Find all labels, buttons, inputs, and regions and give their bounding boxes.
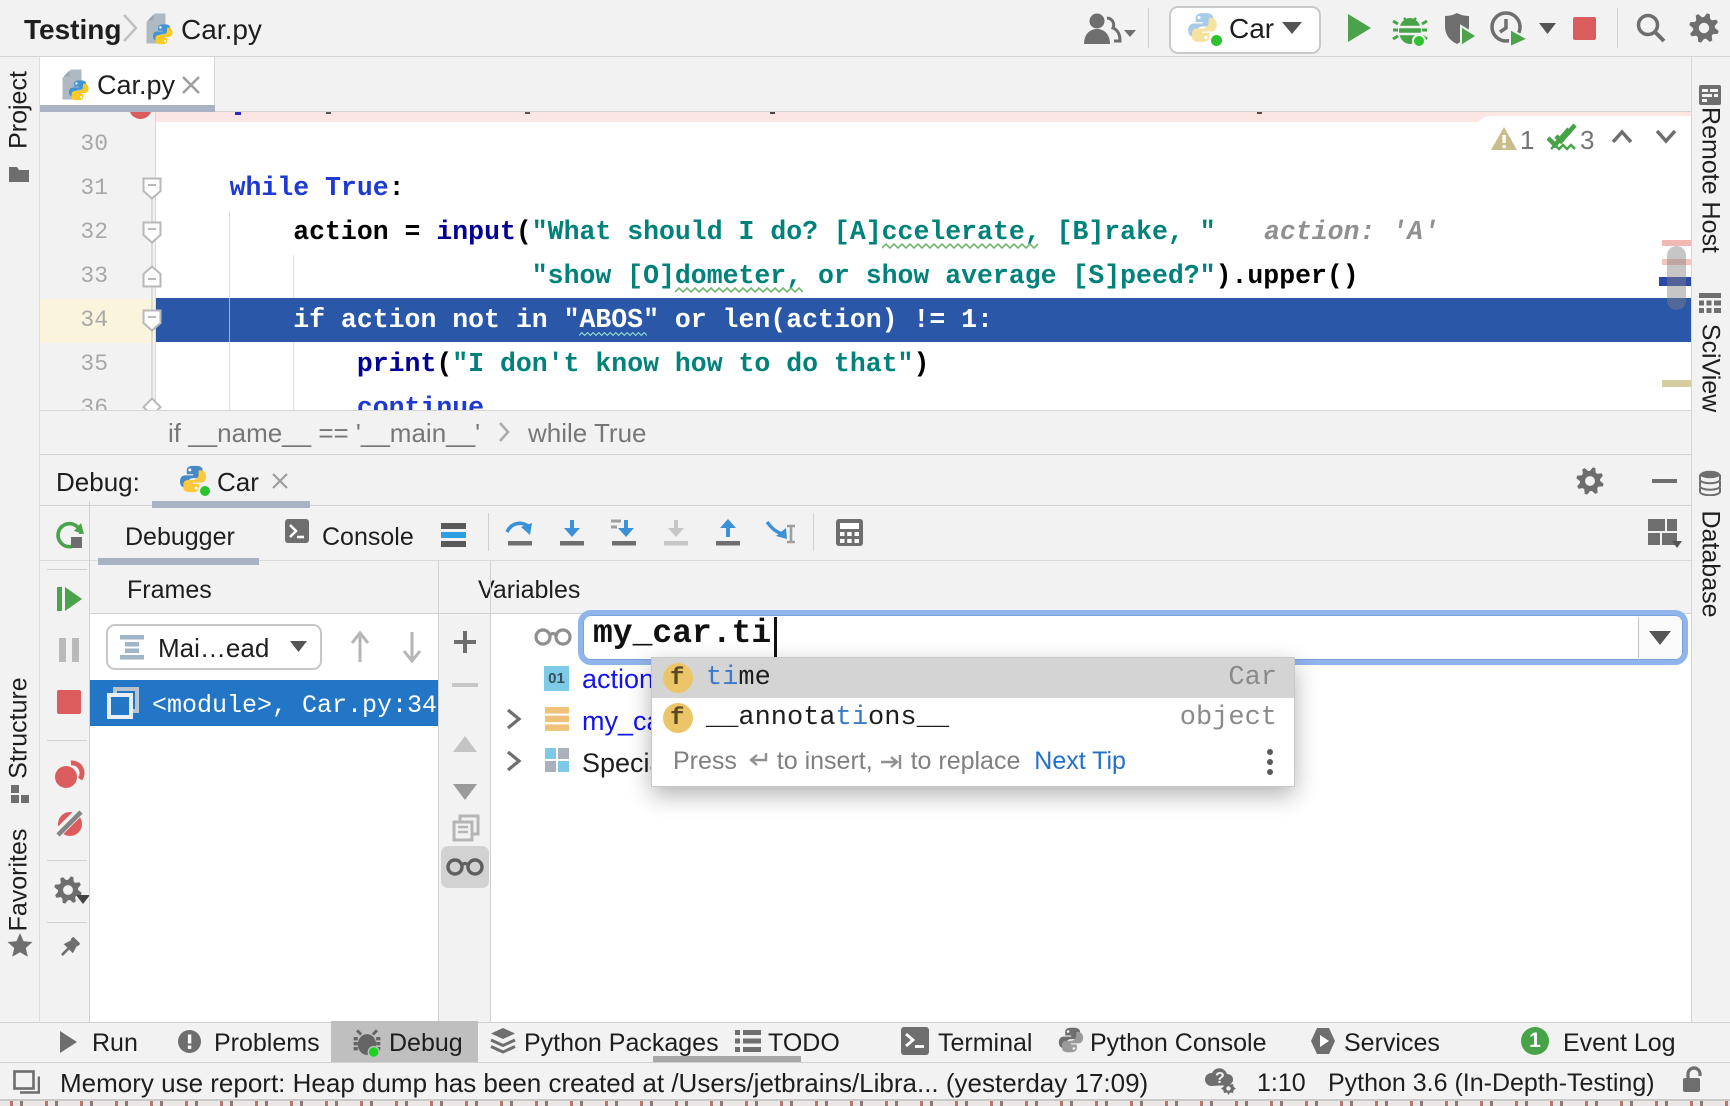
svg-text:?: ? — [1215, 1070, 1225, 1087]
